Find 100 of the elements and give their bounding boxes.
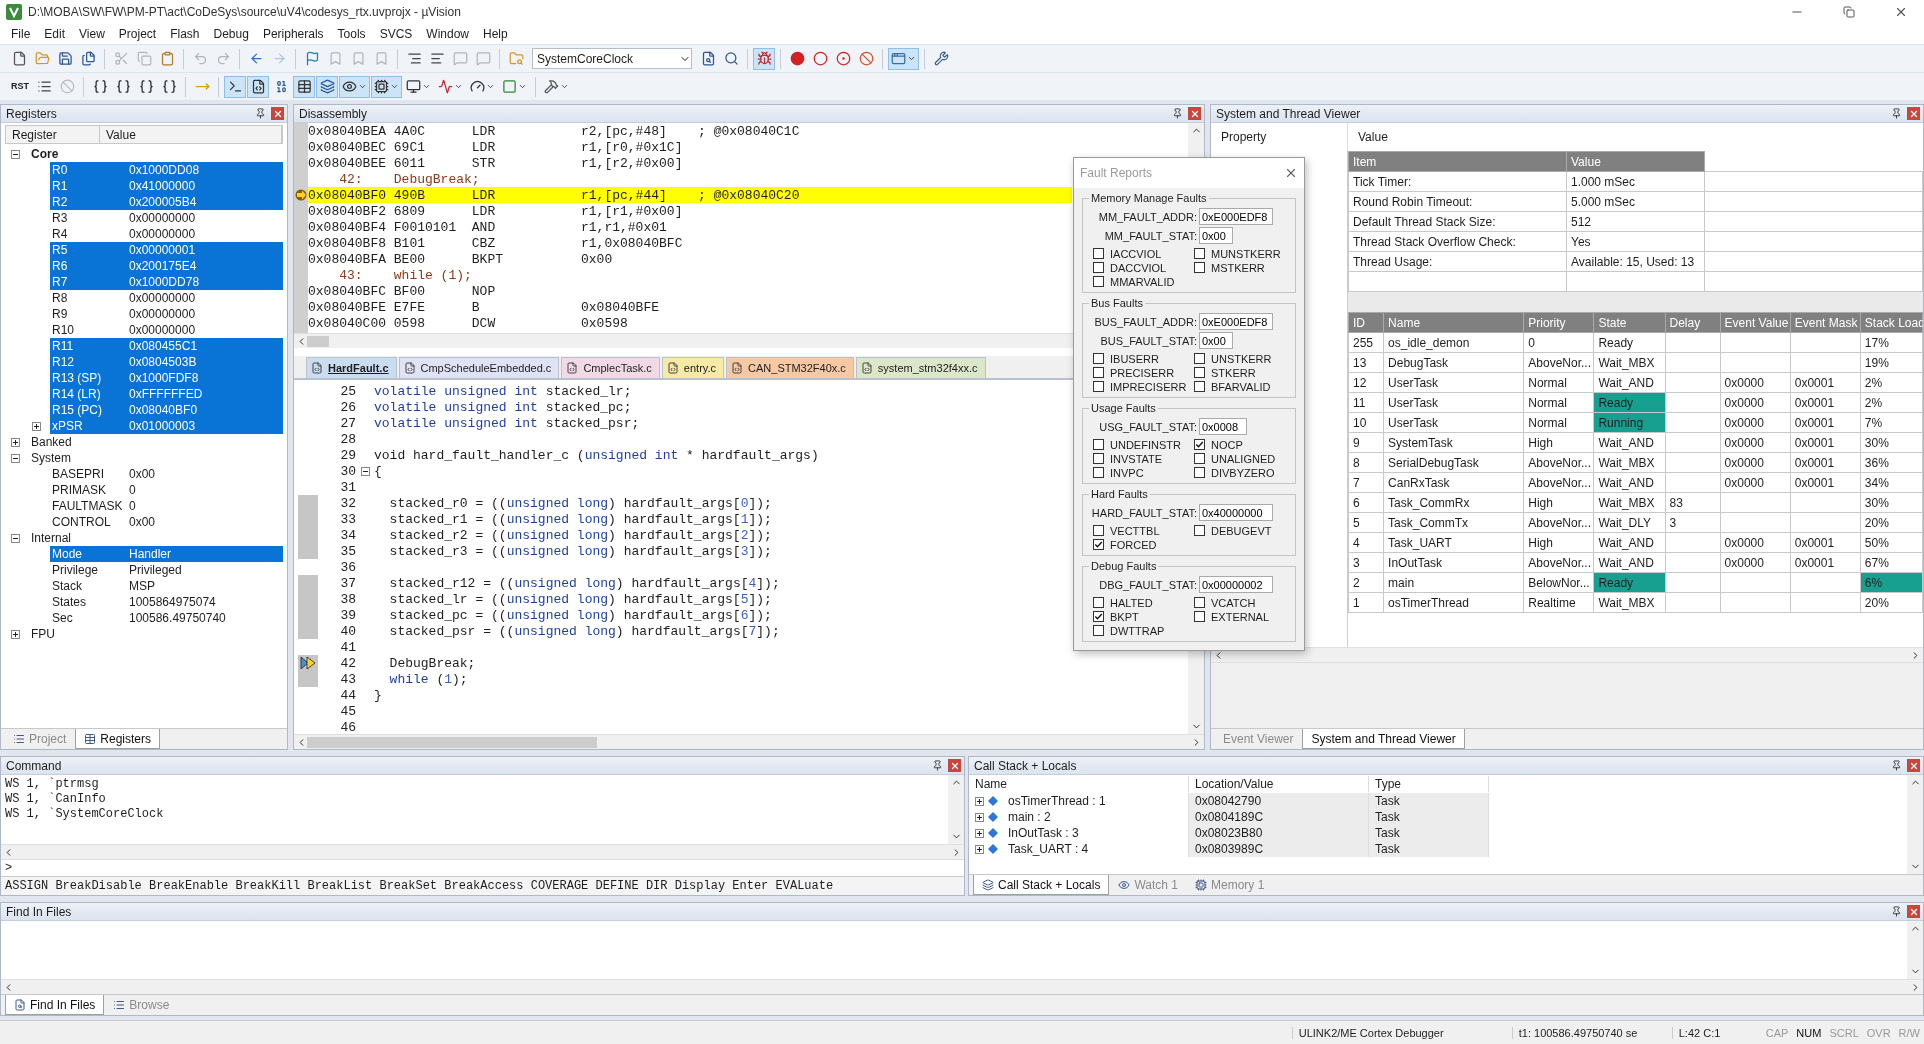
register-row[interactable]: R8 0x00000000 [50,290,283,306]
disassembly-line[interactable]: 0x08040BEE 6011 STR r1,[r2,#0x00] [308,155,1072,171]
menu-item[interactable]: Project [111,25,164,43]
column-header[interactable]: State [1593,312,1665,333]
register-row[interactable]: R4 0x00000000 [50,226,283,242]
register-row[interactable]: PRIMASK 0 [50,482,283,498]
column-header[interactable]: Event Value [1720,312,1791,333]
fault-checkbox[interactable]: STKERR [1194,366,1289,379]
fault-checkbox[interactable]: IBUSERR [1093,352,1194,365]
menu-item[interactable]: Edit [37,25,73,43]
file-tab[interactable]: CmpScheduleEmbedded.c [398,357,560,378]
register-row[interactable]: Privilege Privileged [50,562,283,578]
column-header[interactable]: Priority [1523,312,1594,333]
register-row[interactable]: R5 0x00000001 [50,242,283,258]
register-group[interactable]: Core [29,147,59,161]
register-row[interactable]: R0 0x1000DD08 [50,162,283,178]
panel-tab[interactable]: Call Stack + Locals [973,875,1110,895]
register-row[interactable]: CONTROL 0x00 [50,514,283,530]
value-field[interactable]: 0xE000EDF8 [1199,313,1273,330]
column-header[interactable]: Property [1211,123,1348,151]
column-header[interactable]: Value [1566,151,1705,172]
register-row[interactable]: R11 0x080455C1 [50,338,283,354]
register-row[interactable]: FAULTMASK 0 [50,498,283,514]
fault-checkbox[interactable]: DIVBYZERO [1194,466,1289,479]
register-row[interactable]: R7 0x1000DD78 [50,274,283,290]
register-row[interactable]: BASEPRI 0x00 [50,466,283,482]
disassembly-line[interactable]: 0x08040BF2 6809 LDR r1,[r1,#0x00] [308,203,1072,219]
fault-checkbox[interactable]: EXTERNAL [1194,610,1289,623]
register-row[interactable]: xPSR 0x01000003 [50,418,283,434]
value-field[interactable]: 0x40000000 [1199,504,1273,521]
menu-item[interactable]: View [72,25,112,43]
menu-item[interactable]: Flash [163,25,207,43]
register-row[interactable]: Stack MSP [50,578,283,594]
fault-checkbox[interactable]: VECTTBL [1093,524,1194,537]
panel-tab[interactable]: Registers [75,729,161,749]
panel-tab[interactable]: Find In Files [5,995,105,1015]
register-row[interactable]: R2 0x200005B4 [50,194,283,210]
symbol-combo[interactable]: SystemCoreClock [532,48,692,69]
register-row[interactable]: R13 (SP) 0x1000FDF8 [50,370,283,386]
disassembly-line[interactable]: 0x08040BFE E7FE B 0x08040BFE [308,299,1072,315]
disassembly-line[interactable]: 0x08040BF4 F0010101 AND r1,r1,#0x01 [308,219,1072,235]
file-tab[interactable]: entry.c [661,357,725,378]
register-row[interactable]: R14 (LR) 0xFFFFFFED [50,386,283,402]
fault-checkbox[interactable]: BFARVALID [1194,380,1289,393]
menu-item[interactable]: Tools [330,25,373,43]
fault-checkbox[interactable]: BKPT [1093,610,1194,623]
register-row[interactable]: States 1005864975074 [50,594,283,610]
fault-checkbox[interactable]: HALTED [1093,596,1194,609]
register-row[interactable]: Mode Handler [50,546,283,562]
register-row[interactable]: R10 0x00000000 [50,322,283,338]
file-tab[interactable]: CAN_STM32F40x.c [726,357,854,378]
register-row[interactable]: R9 0x00000000 [50,306,283,322]
fault-checkbox[interactable]: MUNSTKERR [1194,247,1289,260]
disassembly-line[interactable]: 0x08040BEA 4A0C LDR r2,[pc,#48] ; @0x08040C1C [308,123,1072,139]
menu-item[interactable]: File [4,25,38,43]
file-tab[interactable]: CmplecTask.c [561,357,660,378]
fault-checkbox[interactable]: UNALIGNED [1194,452,1289,465]
column-header[interactable]: Item [1348,151,1567,172]
value-field[interactable]: 0x00 [1199,227,1234,244]
fault-checkbox[interactable]: NOCP [1194,438,1289,451]
register-row[interactable]: R3 0x00000000 [50,210,283,226]
column-header[interactable]: Value [1348,130,1388,144]
value-field[interactable]: 0x00 [1199,332,1234,349]
register-row[interactable]: R6 0x200175E4 [50,258,283,274]
menu-item[interactable]: Help [476,25,515,43]
value-field[interactable]: 0xE000EDF8 [1199,208,1273,225]
fault-checkbox[interactable]: VCATCH [1194,596,1289,609]
register-row[interactable]: R15 (PC) 0x08040BF0 [50,402,283,418]
column-header[interactable]: Delay [1665,312,1721,333]
value-field[interactable]: 0x00000002 [1199,576,1273,593]
disassembly-line[interactable]: 0x08040BF8 B101 CBZ r1,0x08040BFC [308,235,1072,251]
register-row[interactable]: R1 0x41000000 [50,178,283,194]
register-group[interactable]: Banked [29,435,72,449]
fault-checkbox[interactable]: MSTKERR [1194,261,1289,274]
fault-checkbox[interactable]: INVPC [1093,466,1194,479]
disassembly-line[interactable]: 0x08040BEC 69C1 LDR r1,[r0,#0x1C] [308,139,1072,155]
disassembly-line[interactable]: 0x08040C00 0598 DCW 0x0598 [308,315,1072,331]
disassembly-line[interactable]: 0x08040BFC BF00 NOP [308,283,1072,299]
fault-checkbox[interactable]: MMARVALID [1093,275,1194,288]
register-row[interactable]: R12 0x0804503B [50,354,283,370]
file-tab[interactable]: system_stm32f4xx.c [855,357,986,378]
column-header[interactable]: Type [1369,776,1489,792]
reset-button[interactable]: RST [8,75,32,98]
panel-tab[interactable]: System and Thread Viewer [1302,729,1465,749]
column-header[interactable]: Event Mask [1790,312,1861,333]
column-header[interactable]: Value [100,126,282,143]
fault-checkbox[interactable]: INVSTATE [1093,452,1194,465]
register-group[interactable]: System [29,451,71,465]
menu-item[interactable]: Peripherals [255,25,331,43]
fault-checkbox[interactable]: DACCVIOL [1093,261,1194,274]
register-row[interactable]: Sec 100586.49750740 [50,610,283,626]
fault-checkbox[interactable]: UNDEFINSTR [1093,438,1194,451]
column-header[interactable]: Location/Value [1189,776,1369,792]
column-header[interactable]: Name [969,776,1189,792]
menu-item[interactable]: Debug [206,25,256,43]
fault-checkbox[interactable]: FORCED [1093,538,1194,551]
fault-checkbox[interactable]: UNSTKERR [1194,352,1289,365]
menu-item[interactable]: Window [419,25,476,43]
menu-item[interactable]: SVCS [372,25,420,43]
fault-checkbox[interactable]: IACCVIOL [1093,247,1194,260]
